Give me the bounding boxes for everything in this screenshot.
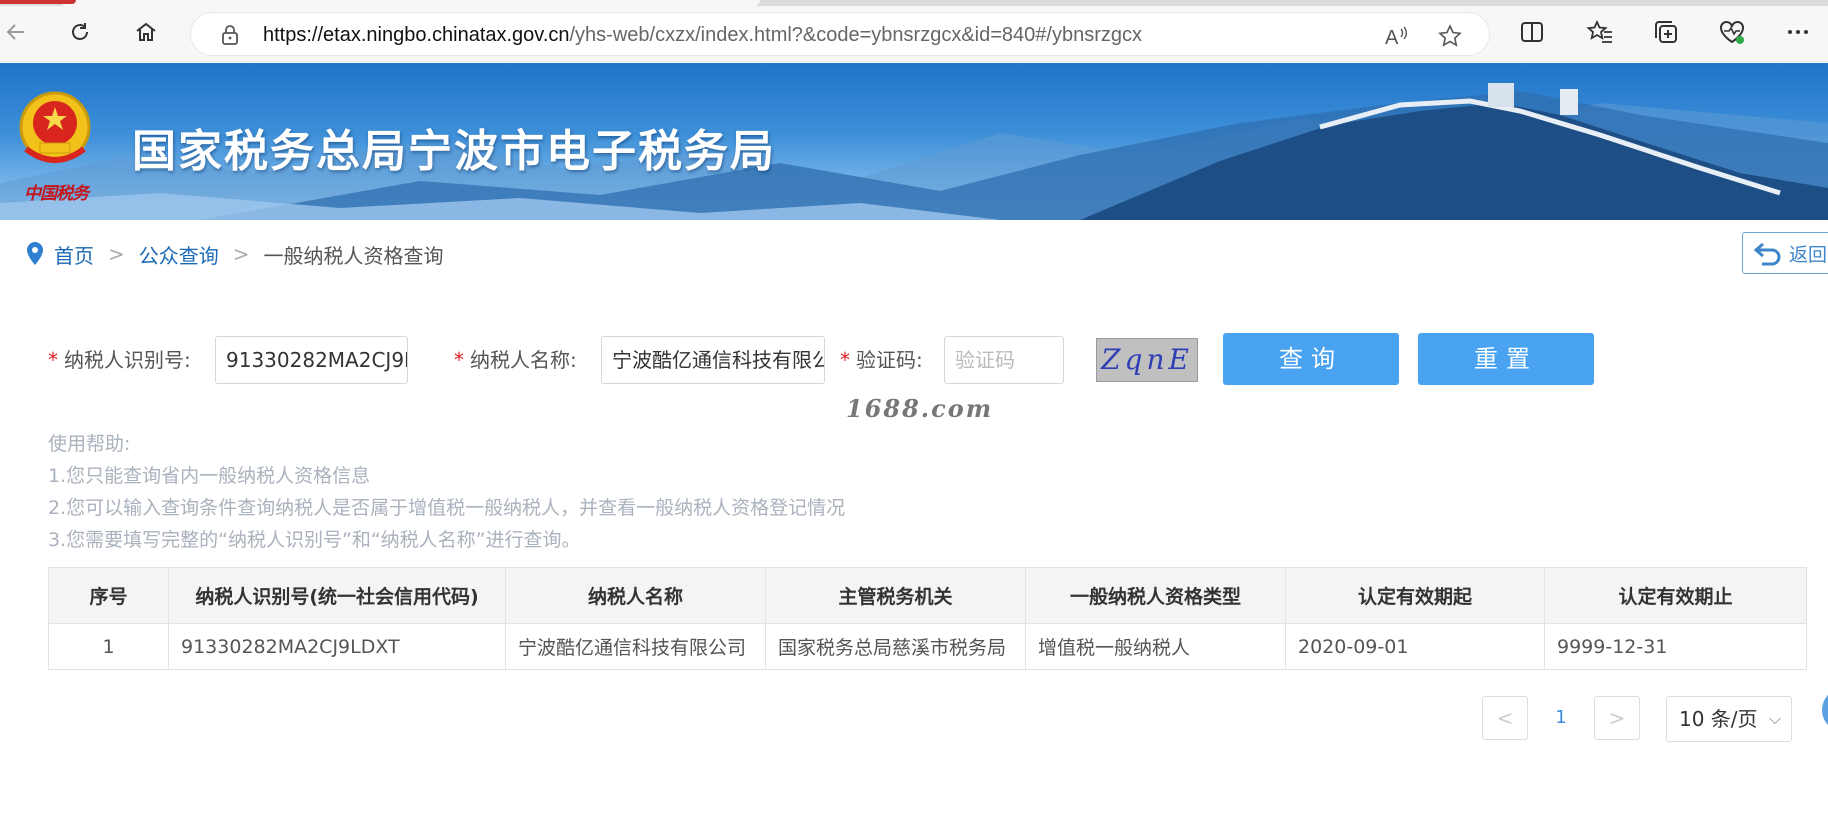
column-header: 纳税人名称 [505,567,766,624]
page-size-value: 10 条/页 [1679,707,1758,731]
more-options-icon[interactable] [1784,18,1812,46]
location-pin-icon [27,242,43,265]
help-item: 3.您需要填写完整的“纳税人识别号”和“纳税人名称”进行查询。 [48,529,581,551]
lock-icon[interactable] [219,24,241,46]
taxpayer-id-label: * 纳税人识别号: [48,348,191,372]
site-title: 国家税务总局宁波市电子税务局 [132,126,776,177]
column-header: 认定有效期起 [1285,567,1545,624]
column-header: 主管税务机关 [765,567,1026,624]
address-bar[interactable]: https://etax.ningbo.chinatax.gov.cn/yhs-… [190,12,1490,56]
url-host: https://etax.ningbo.chinatax.gov.cn [263,24,570,46]
cell-tax-authority: 国家税务总局慈溪市税务局 [765,623,1026,670]
column-header: 序号 [48,567,169,624]
column-header: 认定有效期止 [1544,567,1807,624]
usage-help: 使用帮助: 1.您只能查询省内一般纳税人资格信息 2.您可以输入查询条件查询纳税… [48,428,845,556]
breadcrumb-home[interactable]: 首页 [54,240,94,269]
prev-page-button[interactable]: < [1482,696,1528,740]
column-header: 一般纳税人资格类型 [1025,567,1286,624]
cell-index: 1 [48,623,169,670]
chevron-down-icon: ⌵ [1768,709,1781,728]
page-number[interactable]: 1 [1546,696,1576,740]
taxpayer-name-label: * 纳税人名称: [454,348,577,372]
breadcrumb-separator: > [108,242,125,266]
collections-icon[interactable] [1652,18,1680,46]
breadcrumb-separator: > [232,242,250,266]
tax-emblem-icon [19,91,91,163]
split-screen-icon[interactable] [1518,18,1546,46]
cell-qualification-type: 增值税一般纳税人 [1025,623,1286,670]
browser-toolbar: https://etax.ningbo.chinatax.gov.cn/yhs-… [0,0,1828,62]
floating-helper-button[interactable] [1822,688,1828,732]
required-mark: * [454,348,464,372]
watermark: 1688.com [846,394,994,423]
help-item: 2.您可以输入查询条件查询纳税人是否属于增值税一般纳税人，并查看一般纳税人资格登… [48,497,846,519]
page-size-select[interactable]: 10 条/页 ⌵ [1666,696,1792,742]
help-item: 1.您只能查询省内一般纳税人资格信息 [48,465,371,487]
results-table: 序号 纳税人识别号(统一社会信用代码) 纳税人名称 主管税务机关 一般纳税人资格… [48,567,1807,670]
cell-valid-to: 9999-12-31 [1544,623,1807,670]
column-header: 纳税人识别号(统一社会信用代码) [168,567,506,624]
captcha-input[interactable]: 验证码 [944,336,1064,384]
favorite-star-icon[interactable] [1437,23,1463,49]
cell-taxpayer-id: 91330282MA2CJ9LDXT [168,623,506,670]
url-text[interactable]: https://etax.ningbo.chinatax.gov.cn/yhs-… [263,13,1142,57]
emblem-caption: 中国税务 [24,184,89,204]
breadcrumb: 首页 > 公众查询 > 一般纳税人资格查询 [24,236,444,272]
home-icon[interactable] [130,16,162,48]
back-arrow-icon[interactable] [0,16,32,48]
table-row[interactable]: 1 91330282MA2CJ9LDXT 宁波酷亿通信科技有限公司 国家税务总局… [48,623,1807,670]
table-header-row: 序号 纳税人识别号(统一社会信用代码) 纳税人名称 主管税务机关 一般纳税人资格… [48,567,1807,624]
next-page-button[interactable]: > [1594,696,1640,740]
tab-indicator [0,0,76,4]
taxpayer-name-input[interactable]: 宁波酷亿通信科技有限公司 [601,336,825,384]
read-aloud-icon[interactable]: A [1383,23,1409,49]
help-title: 使用帮助: [48,433,131,455]
required-mark: * [48,348,58,372]
reset-button[interactable]: 重置 [1418,333,1594,385]
return-arrow-icon [1753,242,1781,266]
url-path: /yhs-web/cxzx/index.html?&code=ybnsrzgcx… [569,24,1143,46]
breadcrumb-current: 一般纳税人资格查询 [263,243,444,268]
active-tab[interactable] [60,0,760,6]
captcha-label: * 验证码: [840,348,923,372]
required-mark: * [840,348,850,372]
cell-valid-from: 2020-09-01 [1285,623,1545,670]
browser-essentials-icon[interactable] [1718,18,1746,46]
query-button[interactable]: 查询 [1223,333,1399,385]
svg-text:A: A [1385,27,1399,49]
favorites-icon[interactable] [1586,18,1614,46]
breadcrumb-public-query[interactable]: 公众查询 [139,240,219,269]
cell-taxpayer-name: 宁波酷亿通信科技有限公司 [505,623,766,670]
captcha-image[interactable]: ZqnE [1096,338,1198,382]
site-banner: 中国税务 国家税务总局宁波市电子税务局 [0,63,1828,220]
back-button-label: 返回 [1789,243,1828,266]
refresh-icon[interactable] [64,16,96,48]
taxpayer-id-input[interactable]: 91330282MA2CJ9LDXT [215,336,408,384]
back-button[interactable]: 返回 [1742,232,1828,274]
